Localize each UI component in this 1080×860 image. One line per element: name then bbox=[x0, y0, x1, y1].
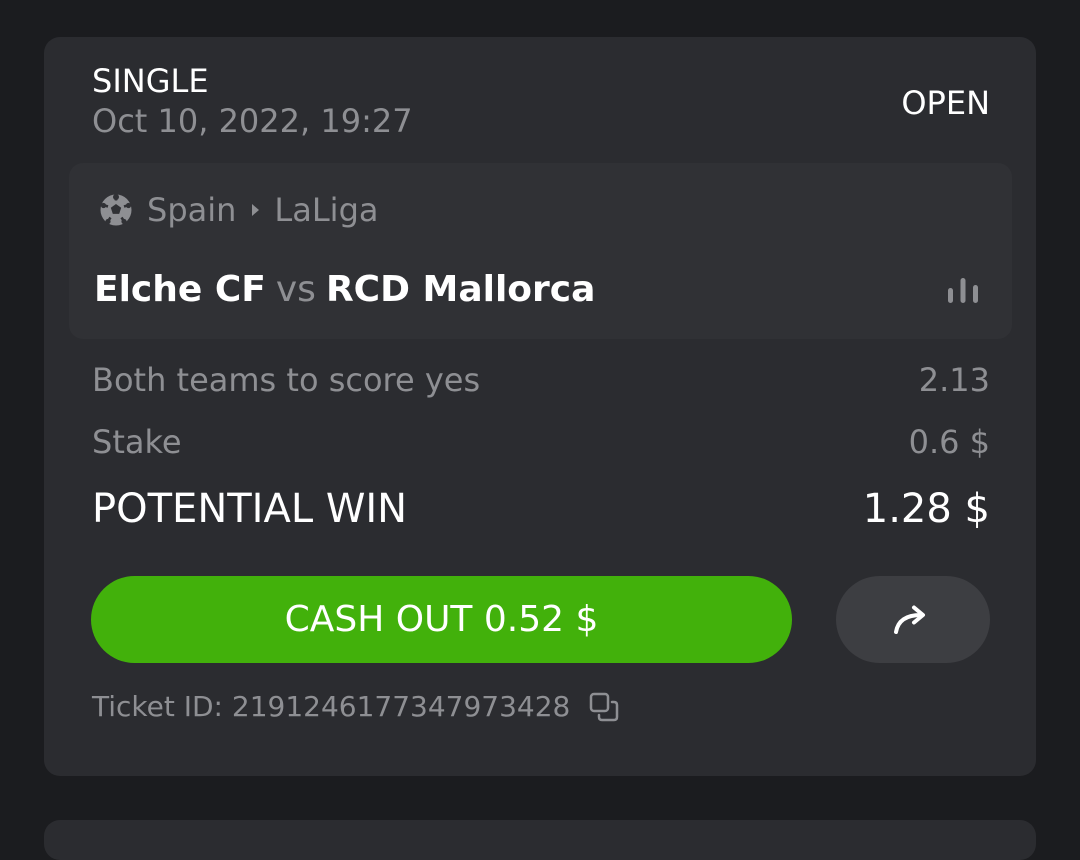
soccer-ball-icon bbox=[100, 194, 132, 226]
bet-datetime: Oct 10, 2022, 19:27 bbox=[92, 102, 413, 140]
share-button[interactable] bbox=[836, 576, 990, 663]
match-title: Elche CF vs RCD Mallorca bbox=[94, 267, 595, 313]
chevron-right-icon bbox=[252, 204, 260, 216]
next-bet-card bbox=[44, 820, 1036, 860]
stake-label: Stake bbox=[92, 423, 182, 461]
league-label: LaLiga bbox=[274, 191, 379, 229]
potential-win-row: POTENTIAL WIN 1.28 $ bbox=[92, 483, 990, 535]
cash-out-button[interactable]: CASH OUT 0.52 $ bbox=[91, 576, 792, 663]
stake-row: Stake 0.6 $ bbox=[92, 421, 990, 463]
breadcrumb: Spain LaLiga bbox=[147, 189, 378, 231]
copy-icon[interactable] bbox=[588, 691, 620, 723]
odds-value: 2.13 bbox=[918, 361, 990, 399]
potential-win-value: 1.28 $ bbox=[862, 486, 990, 532]
share-arrow-icon bbox=[894, 605, 925, 634]
status-badge: OPEN bbox=[901, 84, 990, 122]
country-label: Spain bbox=[147, 191, 237, 229]
market-label: Both teams to score yes bbox=[92, 361, 481, 399]
potential-win-label: POTENTIAL WIN bbox=[92, 486, 408, 532]
home-team: Elche CF bbox=[94, 269, 266, 310]
away-team: RCD Mallorca bbox=[325, 269, 596, 310]
stake-value: 0.6 $ bbox=[908, 423, 990, 461]
vs-separator: vs bbox=[275, 269, 316, 310]
bet-card: SINGLE Oct 10, 2022, 19:27 OPEN Spain La… bbox=[44, 37, 1036, 776]
event-box[interactable]: Spain LaLiga Elche CF vs RCD Mallorca bbox=[69, 163, 1012, 339]
selection-row: Both teams to score yes 2.13 bbox=[92, 359, 990, 401]
bar-chart-icon[interactable] bbox=[946, 275, 980, 305]
ticket-id: Ticket ID: 2191246177347973428 bbox=[92, 690, 571, 723]
bet-type: SINGLE bbox=[92, 62, 209, 100]
ticket-row: Ticket ID: 2191246177347973428 bbox=[92, 689, 620, 725]
